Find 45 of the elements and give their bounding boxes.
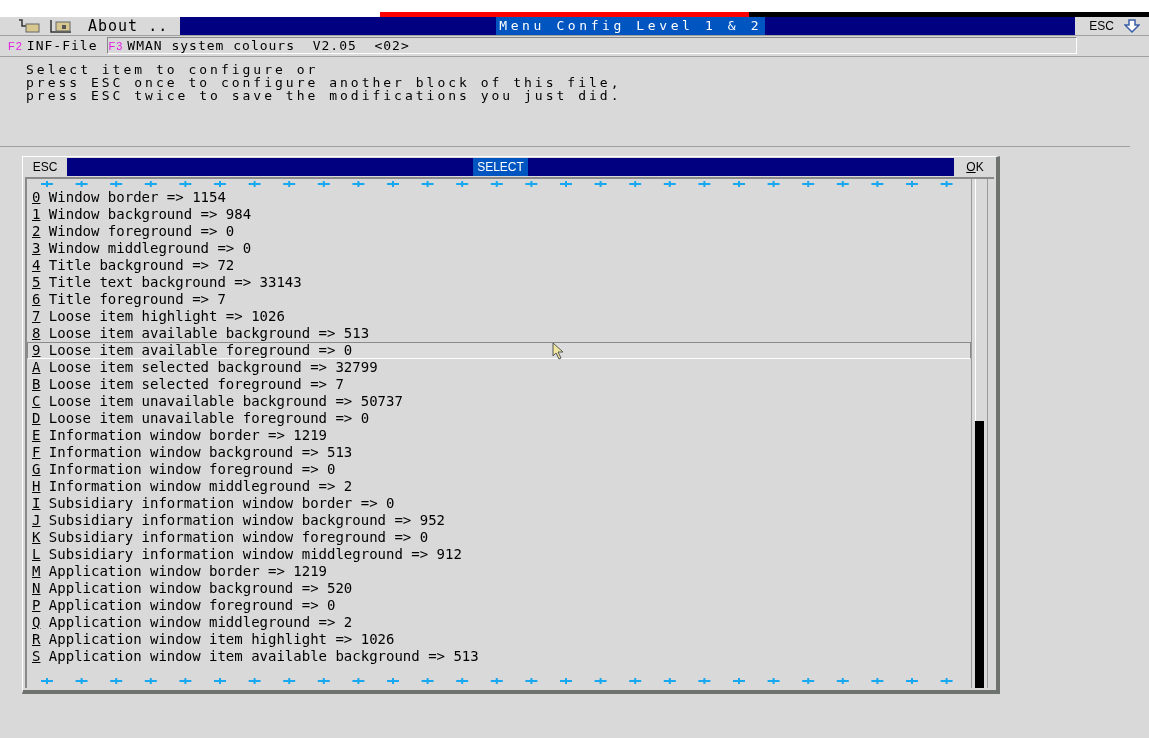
list-item[interactable]: G Information window foreground => 0: [27, 461, 971, 478]
list-item[interactable]: 8 Loose item available background => 513: [27, 325, 971, 342]
instruction-text: press ESC once to configure another block of this file,: [26, 76, 622, 89]
list-item[interactable]: 3 Window middleground => 0: [27, 240, 971, 257]
list-item[interactable]: 5 Title text background => 33143: [27, 274, 971, 291]
scrollbar[interactable]: [971, 179, 988, 688]
list-item[interactable]: E Information window border => 1219: [27, 427, 971, 444]
window-title: Menu Config Level 1 & 2: [496, 17, 766, 35]
list-item[interactable]: A Loose item selected background => 32799: [27, 359, 971, 376]
function-key[interactable]: F2 INF-File: [8, 35, 98, 56]
instruction-text: press ESC twice to save the modifications you just did.: [26, 89, 622, 102]
escape-button[interactable]: ESC: [23, 158, 67, 176]
list-item[interactable]: 1 Window background => 984: [27, 206, 971, 223]
list-item[interactable]: C Loose item unavailable background => 50737: [27, 393, 971, 410]
list-item[interactable]: B Loose item selected foreground => 7: [27, 376, 971, 393]
list-item[interactable]: F Information window background => 513: [27, 444, 971, 461]
list-item[interactable]: D Loose item unavailable foreground => 0: [27, 410, 971, 427]
about-menu[interactable]: About ..: [84, 17, 173, 35]
list-item[interactable]: J Subsidiary information window background => 952: [27, 512, 971, 529]
mouse-pointer-icon: [552, 342, 566, 360]
list-item[interactable]: H Information window middleground => 2: [27, 478, 971, 495]
list-item[interactable]: 6 Title foreground => 7: [27, 291, 971, 308]
list-item[interactable]: L Subsidiary information window middleground => 912: [27, 546, 971, 563]
file-info-field: F3 WMAN system colours V2.05 <02>: [107, 37, 1078, 54]
list-item[interactable]: M Application window border => 1219: [27, 563, 971, 580]
list-item[interactable]: I Subsidiary information window border => 0: [27, 495, 971, 512]
folder-icon[interactable]: [50, 19, 72, 33]
list-item[interactable]: 2 Window foreground => 0: [27, 223, 971, 240]
list-item[interactable]: 7 Loose item highlight => 1026: [27, 308, 971, 325]
down-arrow-icon[interactable]: [1124, 19, 1140, 33]
list-item[interactable]: N Application window background => 520: [27, 580, 971, 597]
list-item[interactable]: K Subsidiary information window foreground => 0: [27, 529, 971, 546]
list-item[interactable]: P Application window foreground => 0: [27, 597, 971, 614]
list-item[interactable]: 0 Window border => 1154: [27, 189, 971, 206]
instruction-text: Select item to configure or: [26, 63, 319, 76]
ok-button[interactable]: OK: [954, 158, 996, 176]
list-item[interactable]: 9 Loose item available foreground => 0: [27, 342, 971, 359]
list-item[interactable]: R Application window item highlight => 1026: [27, 631, 971, 648]
list-item[interactable]: 4 Title background => 72: [27, 257, 971, 274]
list-item[interactable]: Q Application window middleground => 2: [27, 614, 971, 631]
scrollbar-thumb[interactable]: [975, 421, 984, 688]
list-item[interactable]: S Application window item available background => 513: [27, 648, 971, 665]
escape-button[interactable]: ESC: [1089, 17, 1114, 35]
dialog-title: SELECT: [473, 158, 528, 176]
windows-icon[interactable]: [18, 19, 40, 33]
